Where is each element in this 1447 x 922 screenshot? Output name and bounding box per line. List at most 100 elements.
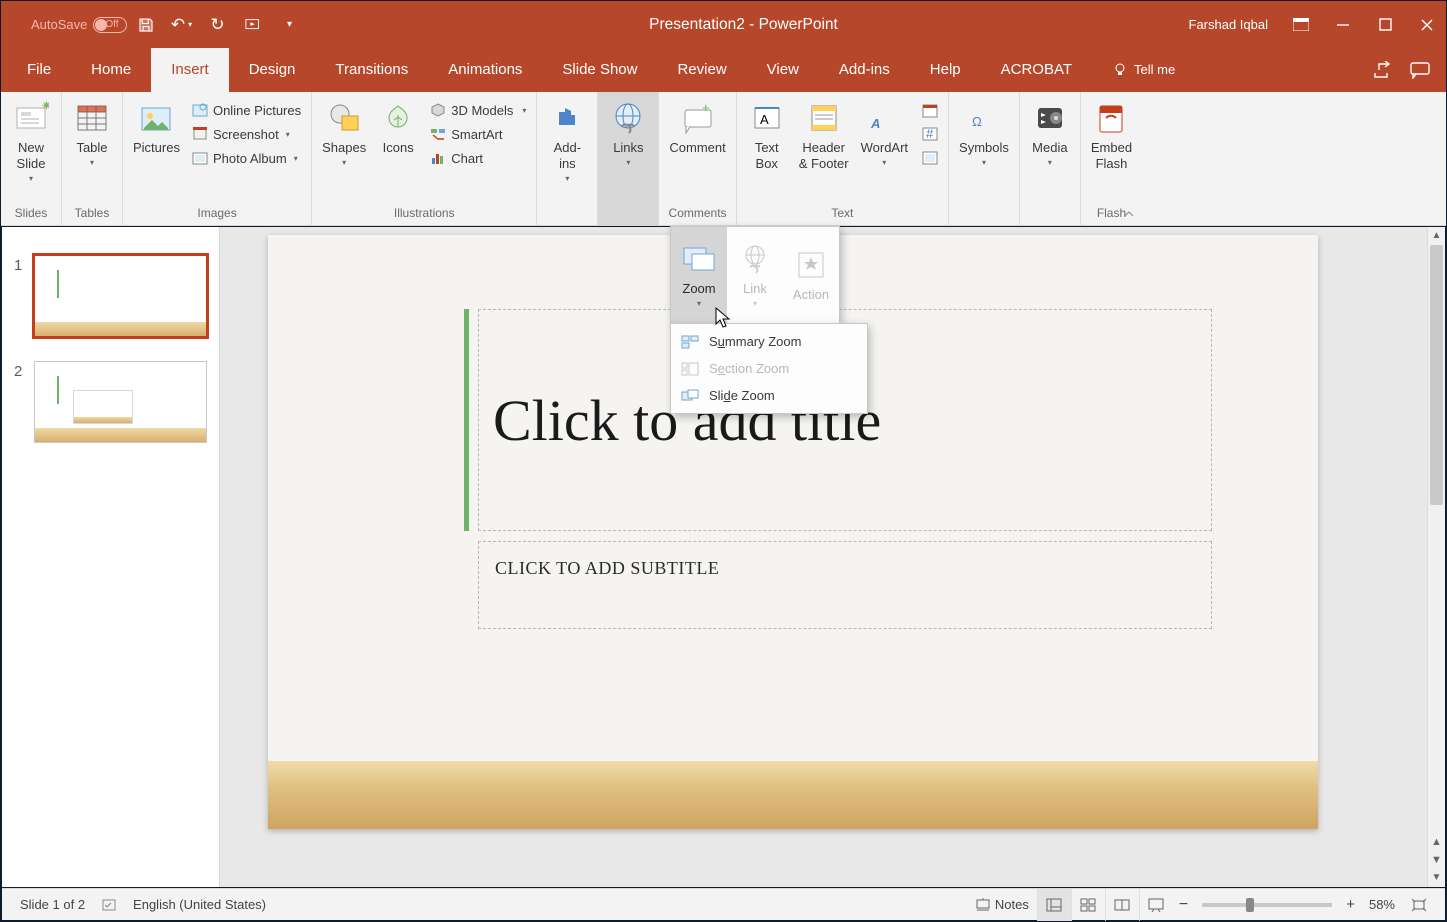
tab-review[interactable]: Review	[657, 48, 746, 92]
zoom-handle[interactable]	[1246, 898, 1254, 912]
tab-acrobat[interactable]: ACROBAT	[981, 48, 1092, 92]
minimize-icon[interactable]	[1334, 16, 1352, 34]
tab-insert[interactable]: Insert	[151, 48, 229, 92]
zoom-out-button[interactable]: −	[1173, 889, 1194, 921]
prev-slide-icon[interactable]: ▲	[1428, 833, 1445, 851]
pictures-button[interactable]: Pictures	[129, 96, 184, 158]
slide-number-icon: #	[922, 126, 938, 142]
addins-button[interactable]: Add- ins ▾	[543, 96, 591, 185]
textbox-button[interactable]: A Text Box	[743, 96, 791, 174]
qat-more-icon[interactable]: ▾	[281, 16, 299, 34]
subtitle-placeholder[interactable]: CLICK TO ADD SUBTITLE	[478, 541, 1212, 629]
table-button[interactable]: Table ▾	[68, 96, 116, 169]
photo-album-button[interactable]: Photo Album▾	[188, 148, 305, 168]
slideshow-view-button[interactable]	[1139, 889, 1173, 921]
normal-view-button[interactable]	[1037, 889, 1071, 921]
date-time-button[interactable]	[918, 100, 942, 120]
close-icon[interactable]	[1418, 16, 1436, 34]
chart-button[interactable]: Chart	[426, 148, 530, 168]
language-indicator[interactable]: English (United States)	[125, 889, 274, 921]
3d-models-button[interactable]: 3D Models▾	[426, 100, 530, 120]
next-slide-icon[interactable]: ▼	[1428, 851, 1445, 869]
slide-thumbnail-2[interactable]: 2	[14, 361, 207, 443]
table-icon	[74, 100, 110, 136]
autosave-toggle[interactable]: AutoSave Off	[31, 17, 119, 33]
document-title: Presentation2 - PowerPoint	[299, 16, 1189, 34]
shapes-button[interactable]: Shapes ▾	[318, 96, 370, 169]
vertical-scrollbar[interactable]: ▲ ▲ ▼ ▼	[1427, 227, 1445, 887]
reading-view-button[interactable]	[1105, 889, 1139, 921]
group-images-label: Images	[129, 203, 305, 223]
action-gallery-button[interactable]: Action	[783, 227, 839, 323]
scroll-thumb[interactable]	[1430, 245, 1443, 505]
smartart-icon	[430, 126, 446, 142]
screenshot-button[interactable]: Screenshot▾	[188, 124, 305, 144]
thumbnail-preview	[34, 361, 207, 443]
scroll-up-icon[interactable]: ▲	[1428, 227, 1445, 245]
links-button[interactable]: Links ▾	[604, 96, 652, 169]
start-from-beginning-icon[interactable]	[245, 16, 263, 34]
wordart-label: WordArt	[861, 140, 908, 156]
smartart-button[interactable]: SmartArt	[426, 124, 530, 144]
tab-home[interactable]: Home	[71, 48, 151, 92]
symbols-button[interactable]: Ω Symbols ▾	[955, 96, 1013, 169]
zoom-gallery-button[interactable]: Zoom ▾	[671, 227, 727, 323]
screenshot-label: Screenshot	[213, 127, 279, 142]
tab-design[interactable]: Design	[229, 48, 316, 92]
slide-number: 2	[14, 361, 34, 443]
save-icon[interactable]	[137, 16, 155, 34]
group-slides-label: Slides	[7, 203, 55, 223]
undo-icon[interactable]: ↶▾	[173, 16, 191, 34]
group-addins: Add- ins ▾	[537, 92, 598, 225]
tab-view[interactable]: View	[747, 48, 819, 92]
section-zoom-item: Section Zoom	[671, 355, 867, 382]
icons-button[interactable]: Icons	[374, 96, 422, 158]
comments-pane-icon[interactable]	[1410, 61, 1430, 79]
screenshot-icon	[192, 126, 208, 142]
new-slide-button[interactable]: ✷ New Slide ▾	[7, 96, 55, 185]
zoom-in-button[interactable]: +	[1340, 889, 1361, 921]
addins-icon	[549, 100, 585, 136]
slide-thumbnail-1[interactable]: 1	[14, 255, 207, 337]
tab-animations[interactable]: Animations	[428, 48, 542, 92]
spellcheck-button[interactable]	[93, 889, 125, 921]
online-pictures-button[interactable]: Online Pictures	[188, 100, 305, 120]
comment-button[interactable]: + Comment	[665, 96, 729, 158]
fit-to-window-button[interactable]	[1403, 889, 1435, 921]
date-time-icon	[922, 102, 938, 118]
collapse-ribbon-icon[interactable]	[1122, 207, 1136, 221]
symbols-icon: Ω	[966, 100, 1002, 136]
object-button[interactable]	[918, 148, 942, 168]
comment-icon: +	[680, 100, 716, 136]
zoom-slider[interactable]	[1202, 903, 1332, 907]
link-gallery-button[interactable]: Link ▾	[727, 227, 783, 323]
share-icon[interactable]	[1372, 61, 1392, 79]
tab-slideshow[interactable]: Slide Show	[542, 48, 657, 92]
slide-number-button[interactable]: #	[918, 124, 942, 144]
wordart-button[interactable]: A WordArt ▾	[857, 96, 912, 169]
group-illustrations: Shapes ▾ Icons 3D Models▾ SmartArt Chart…	[312, 92, 537, 225]
account-name[interactable]: Farshad Iqbal	[1189, 17, 1269, 32]
summary-zoom-item[interactable]: Summary Zoom	[671, 328, 867, 355]
chart-icon	[430, 150, 446, 166]
chevron-down-icon: ▾	[1048, 158, 1052, 167]
scroll-down-icon[interactable]: ▼	[1428, 869, 1445, 887]
tell-me-search[interactable]: Tell me	[1092, 48, 1195, 92]
header-footer-button[interactable]: Header & Footer	[795, 96, 853, 174]
tab-addins[interactable]: Add-ins	[819, 48, 910, 92]
redo-icon[interactable]: ↻	[209, 16, 227, 34]
chevron-down-icon: ▾	[565, 174, 569, 183]
slide-counter[interactable]: Slide 1 of 2	[12, 889, 93, 921]
tab-help[interactable]: Help	[910, 48, 981, 92]
tab-transitions[interactable]: Transitions	[315, 48, 428, 92]
zoom-percent[interactable]: 58%	[1361, 889, 1403, 921]
ribbon-display-options-icon[interactable]	[1292, 16, 1310, 34]
maximize-icon[interactable]	[1376, 16, 1394, 34]
slide-sorter-button[interactable]	[1071, 889, 1105, 921]
media-button[interactable]: Media ▾	[1026, 96, 1074, 169]
tab-file[interactable]: File	[1, 48, 71, 92]
embed-flash-button[interactable]: Embed Flash	[1087, 96, 1136, 174]
slide-zoom-item[interactable]: Slide Zoom	[671, 382, 867, 409]
slide-number: 1	[14, 255, 34, 337]
notes-button[interactable]: Notes	[967, 889, 1037, 921]
